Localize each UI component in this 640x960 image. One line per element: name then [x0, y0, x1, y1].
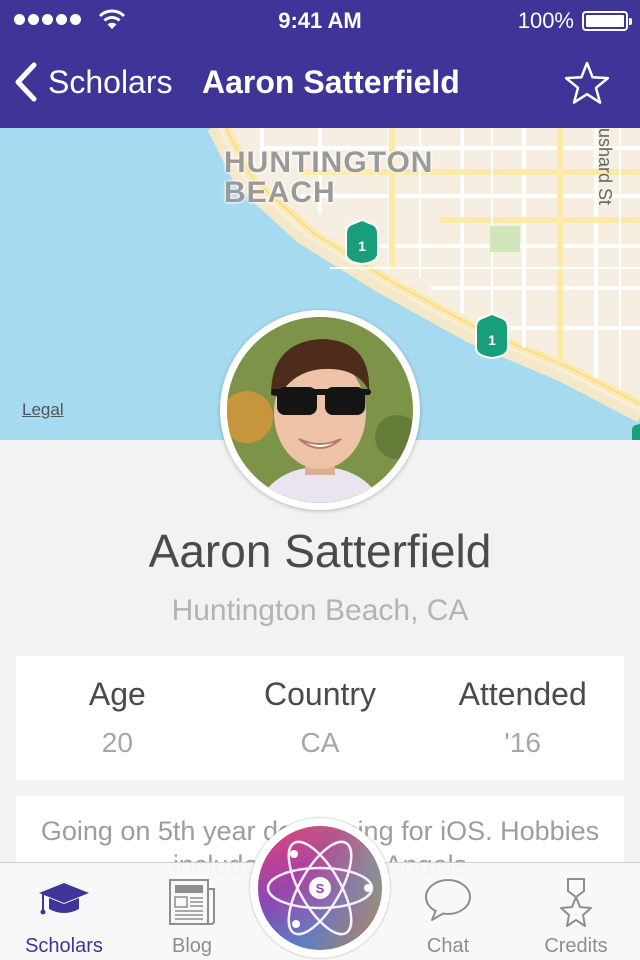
profile-photo [227, 317, 413, 503]
battery-icon [582, 11, 632, 31]
back-button[interactable]: Scholars [14, 62, 173, 102]
back-label: Scholars [48, 63, 173, 100]
top-bar: 9:41 AM 100% Scholars Aaron Satterfield [0, 0, 640, 128]
navigation-bar: Scholars Aaron Satterfield [0, 40, 640, 128]
stat-value: CA [300, 727, 340, 758]
stat-value: 20 [101, 727, 133, 758]
tab-label: Blog [171, 935, 213, 957]
stat-attended: Attended '16 [421, 656, 624, 780]
page-title: Aaron Satterfield [202, 64, 460, 100]
newspaper-icon [169, 879, 215, 925]
map-street-label: ushard St [595, 128, 615, 206]
graduation-cap-icon [39, 883, 89, 915]
medal-icon [560, 878, 592, 927]
atom-logo-icon: S [258, 826, 382, 950]
svg-text:S: S [316, 881, 325, 896]
tab-credits[interactable]: Credits [512, 863, 640, 960]
stat-country: Country CA [219, 656, 422, 780]
stat-label: Age [88, 676, 146, 712]
chat-bubble-icon [425, 879, 471, 921]
tab-label: Chat [426, 935, 470, 957]
svg-text:1: 1 [488, 332, 496, 348]
legal-link[interactable]: Legal [22, 400, 64, 420]
stat-value: '16 [504, 727, 541, 758]
svg-text:1: 1 [358, 238, 366, 254]
scholar-name: Aaron Satterfield [148, 525, 492, 577]
stat-label: Country [263, 676, 377, 712]
tab-blog[interactable]: Blog [128, 863, 256, 960]
stat-label: Attended [458, 676, 587, 712]
center-home-button[interactable]: S [250, 818, 390, 958]
scholar-location: Huntington Beach, CA [171, 594, 469, 627]
stats-card: Age 20 Country CA Attended '16 [16, 656, 624, 780]
status-bar: 9:41 AM 100% [0, 0, 640, 40]
tab-label: Credits [544, 935, 608, 957]
tab-label: Scholars [25, 935, 103, 957]
map-city-label: HUNTINGTON BEACH [224, 146, 434, 209]
chevron-left-icon [15, 62, 37, 102]
battery-percent: 100% [517, 8, 574, 33]
star-icon [564, 61, 610, 104]
avatar [220, 310, 420, 510]
stat-age: Age 20 [16, 656, 219, 780]
tab-chat[interactable]: Chat [384, 863, 512, 960]
tab-scholars[interactable]: Scholars [0, 863, 128, 960]
favorite-star-button[interactable] [564, 60, 610, 111]
